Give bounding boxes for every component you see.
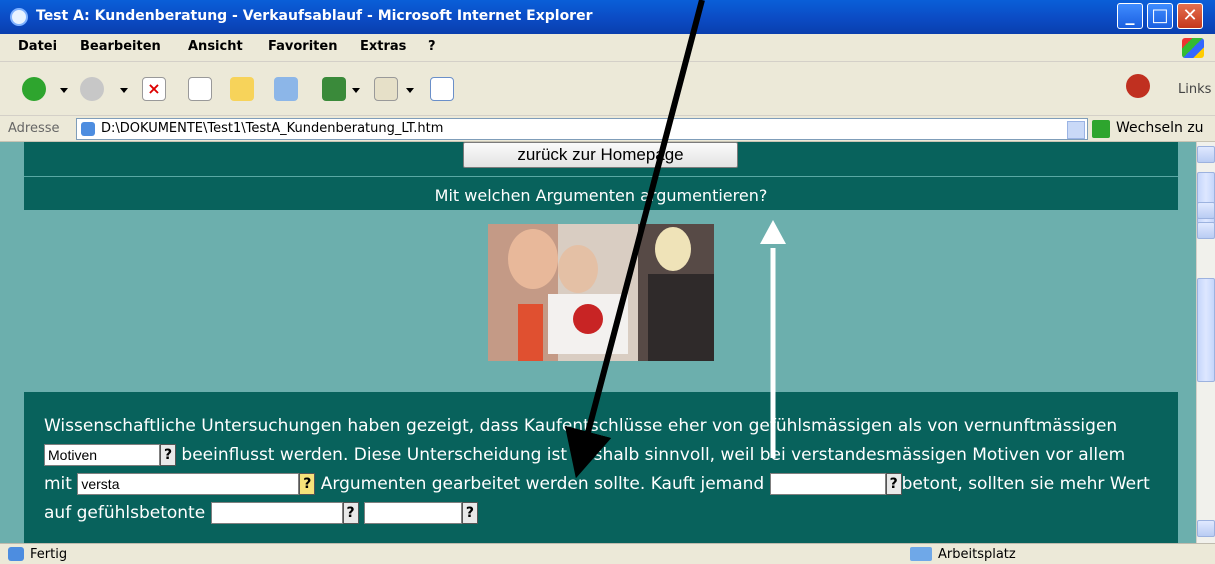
menu-bar: Datei Bearbeiten Ansicht Favoriten Extra… [0, 34, 1215, 62]
section-heading: Mit welchen Argumenten argumentieren? [434, 186, 768, 205]
pdf-icon[interactable] [1126, 74, 1150, 98]
forward-icon[interactable] [80, 77, 104, 101]
help-button-2[interactable]: ? [299, 473, 316, 495]
address-dropdown-icon[interactable] [1067, 121, 1085, 139]
media-icon[interactable] [274, 77, 298, 101]
maximize-button[interactable]: □ [1147, 3, 1173, 29]
address-bar: Adresse D:\DOKUMENTE\Test1\TestA_Kundenb… [0, 116, 1215, 142]
security-zone: Arbeitsplatz [938, 547, 1016, 562]
computer-icon [910, 547, 932, 561]
help-button-4[interactable]: ? [342, 502, 359, 524]
menu-help[interactable]: ? [428, 39, 436, 54]
band-divider [24, 176, 1178, 177]
answer-field-3[interactable] [769, 473, 886, 495]
mail-dropdown-icon[interactable] [406, 88, 414, 93]
scroll-thumb[interactable] [1197, 278, 1215, 382]
sales-photo [488, 224, 714, 361]
title-bar: Test A: Kundenberatung - Verkaufsablauf … [0, 0, 1215, 34]
homepage-button[interactable]: zurück zur Homepage [463, 142, 738, 168]
help-button-1[interactable]: ? [160, 444, 176, 466]
help-button-3[interactable]: ? [885, 473, 902, 495]
address-field[interactable]: D:\DOKUMENTE\Test1\TestA_Kundenberatung_… [76, 118, 1088, 140]
close-button[interactable]: ✕ [1177, 3, 1203, 29]
help-button-5[interactable]: ? [461, 502, 478, 524]
menu-bearbeiten[interactable]: Bearbeiten [80, 39, 161, 54]
menu-extras[interactable]: Extras [360, 39, 406, 54]
links-label[interactable]: Links [1178, 82, 1211, 97]
page-icon [81, 122, 95, 136]
menu-ansicht[interactable]: Ansicht [188, 39, 243, 54]
page-content: zurück zur Homepage Mit welchen Argument… [0, 142, 1196, 543]
answer-field-4[interactable] [210, 502, 343, 524]
go-button[interactable]: Wechseln zu [1116, 120, 1204, 136]
address-url[interactable]: D:\DOKUMENTE\Test1\TestA_Kundenberatung_… [101, 121, 443, 136]
vertical-scrollbar[interactable] [1196, 142, 1215, 543]
print-preview-icon[interactable] [430, 77, 454, 101]
toolbar: × Links [0, 62, 1215, 116]
status-bar: Fertig Arbeitsplatz [0, 543, 1215, 564]
forward-dropdown-icon[interactable] [120, 88, 128, 93]
scroll-down-icon[interactable] [1197, 202, 1215, 219]
menu-datei[interactable]: Datei [18, 39, 57, 54]
font-size-icon[interactable] [322, 77, 346, 101]
mail-icon[interactable] [374, 77, 398, 101]
font-dropdown-icon[interactable] [352, 88, 360, 93]
back-icon[interactable] [22, 77, 46, 101]
stop-icon[interactable]: × [142, 77, 166, 101]
refresh-icon[interactable] [188, 77, 212, 101]
exercise-panel: Wissenschaftliche Untersuchungen haben g… [24, 392, 1178, 543]
scroll-up-inner-icon[interactable] [1197, 222, 1215, 239]
back-dropdown-icon[interactable] [60, 88, 68, 93]
answer-field-2[interactable]: versta [77, 473, 300, 495]
menu-favoriten[interactable]: Favoriten [268, 39, 337, 54]
address-label: Adresse [8, 121, 60, 136]
text-part-1: Wissenschaftliche Untersuchungen haben g… [44, 416, 1118, 436]
exercise-text: Wissenschaftliche Untersuchungen haben g… [44, 412, 1154, 528]
answer-field-1[interactable]: Motiven [44, 444, 160, 466]
minimize-button[interactable]: _ [1117, 3, 1143, 29]
text-part-3: Argumenten gearbeitet werden sollte. Kau… [320, 474, 765, 494]
ie-icon [10, 8, 28, 26]
home-icon[interactable] [230, 77, 254, 101]
scroll-down-bottom-icon[interactable] [1197, 520, 1215, 537]
windows-logo-icon [1182, 38, 1204, 58]
scroll-up-icon[interactable] [1197, 146, 1215, 163]
status-page-icon [8, 547, 24, 561]
status-text: Fertig [30, 547, 68, 562]
answer-field-5[interactable] [363, 502, 462, 524]
go-arrow-icon[interactable] [1092, 120, 1110, 138]
window-title: Test A: Kundenberatung - Verkaufsablauf … [36, 8, 593, 24]
